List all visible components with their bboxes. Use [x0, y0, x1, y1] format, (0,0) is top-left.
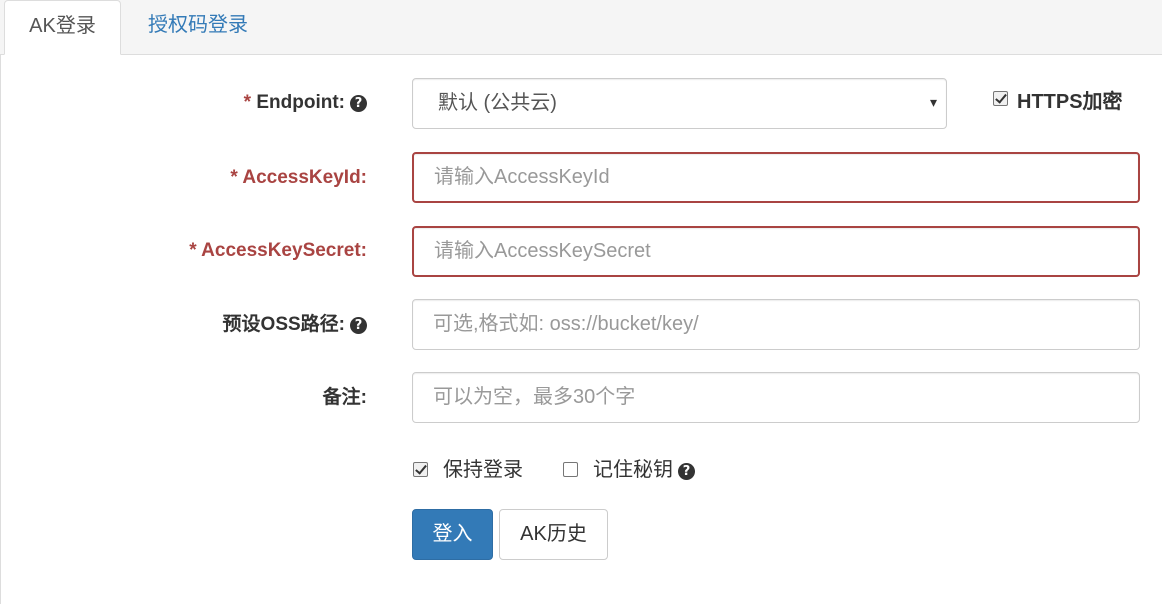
question-circle-icon[interactable]: ? [350, 317, 367, 334]
note-input[interactable] [412, 372, 1140, 423]
oss-path-label-text: 预设OSS路径: [222, 314, 345, 335]
note-label-text: 备注: [322, 387, 367, 408]
access-key-id-input[interactable] [412, 152, 1140, 203]
access-key-id-label-text: AccessKeyId: [242, 167, 367, 188]
oss-path-label: 预设OSS路径:? [223, 313, 367, 337]
tab-bar: AK登录 授权码登录 [0, 0, 1162, 55]
oss-path-input[interactable] [412, 299, 1140, 350]
note-label: 备注: [323, 386, 367, 410]
access-key-secret-input[interactable] [412, 226, 1140, 277]
required-mark: * [243, 92, 257, 113]
keep-login-checkbox[interactable] [413, 462, 428, 477]
access-key-id-label: * AccessKeyId: [230, 166, 367, 190]
remember-secret-checkbox[interactable] [563, 462, 578, 477]
remember-secret-label: 记住秘钥? [593, 458, 695, 482]
endpoint-selected-value: 默认 (公共云) [438, 92, 557, 114]
chevron-down-icon: ▾ [929, 95, 937, 111]
endpoint-label: * Endpoint:? [244, 91, 367, 115]
https-label: HTTPS加密 [1017, 91, 1123, 113]
question-circle-icon[interactable]: ? [678, 463, 695, 480]
endpoint-select[interactable]: 默认 (公共云) ▾ [412, 78, 947, 129]
keep-login-label: 保持登录 [443, 459, 523, 481]
remember-secret-label-text: 记住秘钥 [593, 459, 673, 481]
login-button[interactable]: 登入 [412, 509, 493, 560]
required-mark: * [230, 167, 243, 188]
endpoint-label-text: Endpoint: [256, 92, 345, 113]
https-checkbox[interactable] [993, 91, 1008, 106]
access-key-secret-label-text: AccessKeySecret: [201, 240, 367, 261]
tab-ak-login[interactable]: AK登录 [4, 0, 121, 55]
required-mark: * [189, 240, 202, 261]
tab-auth-code-login[interactable]: 授权码登录 [148, 0, 248, 55]
question-circle-icon[interactable]: ? [350, 95, 367, 112]
access-key-secret-label: * AccessKeySecret: [189, 239, 367, 263]
ak-history-button[interactable]: AK历史 [499, 509, 608, 560]
